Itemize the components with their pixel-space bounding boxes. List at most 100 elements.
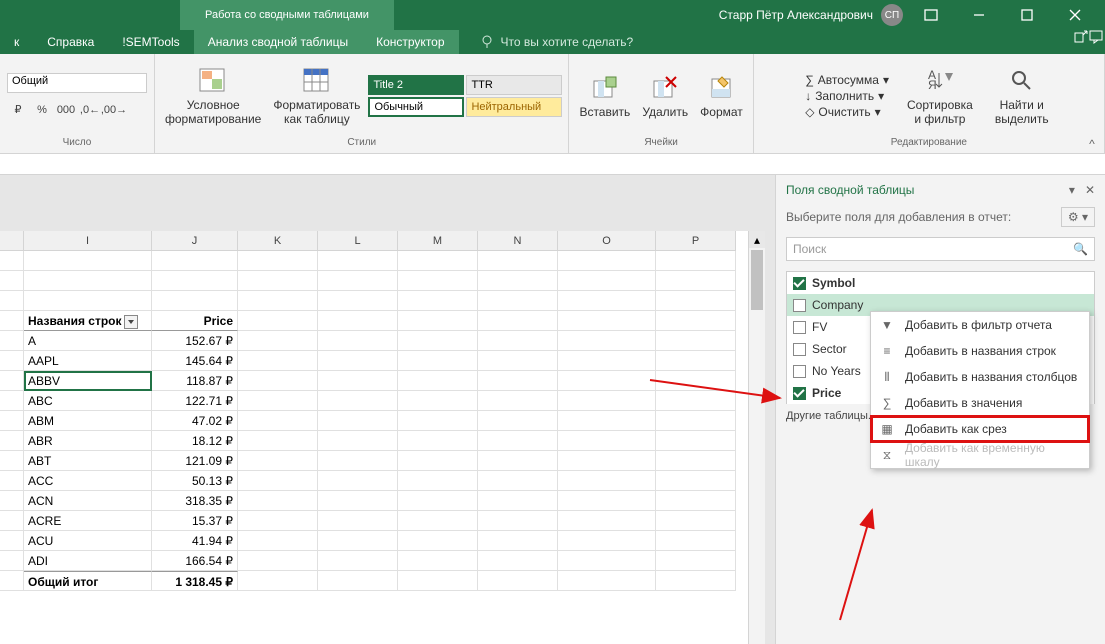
- col-header[interactable]: K: [238, 231, 318, 250]
- checkbox-icon[interactable]: [793, 387, 806, 400]
- eraser-icon: ◇: [805, 105, 814, 119]
- autosum-button[interactable]: ∑Автосумма▾: [805, 73, 889, 87]
- col-header[interactable]: P: [656, 231, 736, 250]
- table-icon: [302, 66, 332, 96]
- tab-help[interactable]: Справка: [33, 30, 108, 54]
- percent-icon[interactable]: %: [31, 100, 53, 120]
- column-headers[interactable]: IJKLMNOP: [0, 231, 736, 251]
- col-header[interactable]: I: [24, 231, 152, 250]
- ctx-add-values[interactable]: ∑Добавить в значения: [871, 390, 1089, 416]
- increase-decimal-icon[interactable]: ,0←: [79, 100, 101, 120]
- decrease-decimal-icon[interactable]: ,00→: [103, 100, 125, 120]
- checkbox-icon[interactable]: [793, 299, 806, 312]
- clear-button[interactable]: ◇Очистить▾: [805, 105, 889, 119]
- pane-splitter[interactable]: [765, 175, 775, 644]
- grid[interactable]: Названия строкPriceA152.67 ₽AAPL145.64 ₽…: [0, 251, 736, 591]
- field-label: Sector: [812, 342, 847, 356]
- style-title2[interactable]: Title 2: [368, 75, 464, 95]
- field-symbol[interactable]: Symbol: [787, 272, 1094, 294]
- svg-text:Я: Я: [928, 78, 937, 92]
- search-placeholder: Поиск: [793, 242, 826, 256]
- col-header[interactable]: N: [478, 231, 558, 250]
- ctx-add-filter[interactable]: ▼Добавить в фильтр отчета: [871, 312, 1089, 338]
- ribbon: Общий ₽ % 000 ,0← ,00→ Число Условное фо…: [0, 54, 1105, 154]
- gray-gap-top: [0, 175, 765, 231]
- user-avatar[interactable]: СП: [881, 4, 903, 26]
- field-context-menu: ▼Добавить в фильтр отчета ≡Добавить в на…: [870, 311, 1090, 469]
- tab-unknown[interactable]: к: [0, 30, 33, 54]
- ctx-add-cols[interactable]: ⦀Добавить в названия столбцов: [871, 364, 1089, 390]
- filter-dropdown-icon[interactable]: [124, 315, 138, 329]
- delete-cells-icon: [650, 73, 680, 103]
- search-icon: 🔍: [1073, 242, 1088, 256]
- group-styles: Условное форматирование Форматировать ка…: [155, 54, 569, 153]
- format-cells-icon: [706, 73, 736, 103]
- collapse-ribbon-icon[interactable]: ^: [1083, 137, 1101, 151]
- format-button[interactable]: Формат: [696, 71, 747, 121]
- group-editing: ∑Автосумма▾ ↓Заполнить▾ ◇Очистить▾ AЯ Со…: [754, 54, 1105, 153]
- spreadsheet[interactable]: IJKLMNOP Названия строкPriceA152.67 ₽AAP…: [0, 175, 765, 644]
- rows-icon: ≡: [879, 344, 895, 358]
- insert-button[interactable]: Вставить: [575, 71, 634, 121]
- vertical-scrollbar[interactable]: ▴: [748, 231, 765, 644]
- tab-analyze[interactable]: Анализ сводной таблицы: [194, 30, 362, 54]
- share-icon[interactable]: [1073, 30, 1089, 54]
- col-header[interactable]: J: [152, 231, 238, 250]
- pane-subtitle: Выберите поля для добавления в отчет:: [786, 210, 1011, 224]
- checkbox-icon[interactable]: [793, 343, 806, 356]
- style-ttr[interactable]: TTR: [466, 75, 562, 95]
- pane-close-icon[interactable]: ✕: [1085, 183, 1095, 197]
- conditional-format-button[interactable]: Условное форматирование: [161, 64, 265, 128]
- tell-me-search[interactable]: Что вы хотите сделать?: [479, 30, 634, 54]
- col-header[interactable]: O: [558, 231, 656, 250]
- style-neutral[interactable]: Нейтральный: [466, 97, 562, 117]
- sort-filter-button[interactable]: AЯ Сортировка и фильтр: [903, 64, 977, 128]
- maximize-icon[interactable]: [1007, 0, 1047, 30]
- number-format-select[interactable]: Общий: [7, 73, 147, 93]
- insert-cells-icon: [590, 73, 620, 103]
- fill-button[interactable]: ↓Заполнить▾: [805, 89, 889, 103]
- checkbox-icon[interactable]: [793, 365, 806, 378]
- slicer-icon: ▦: [879, 422, 895, 436]
- style-normal[interactable]: Обычный: [368, 97, 464, 117]
- field-label: Price: [812, 386, 841, 400]
- tab-bar: к Справка !SEMTools Анализ сводной табли…: [0, 30, 1105, 54]
- checkbox-icon[interactable]: [793, 277, 806, 290]
- close-icon[interactable]: [1055, 0, 1095, 30]
- comments-icon[interactable]: [1089, 30, 1105, 54]
- group-label-number: Число: [63, 135, 92, 150]
- field-label: Symbol: [812, 276, 855, 290]
- scroll-thumb[interactable]: [751, 250, 763, 310]
- scroll-up-icon[interactable]: ▴: [749, 231, 765, 248]
- tab-design[interactable]: Конструктор: [362, 30, 458, 54]
- currency-icon[interactable]: ₽: [7, 100, 29, 120]
- field-search-input[interactable]: Поиск 🔍: [786, 237, 1095, 261]
- filter-icon: ▼: [879, 318, 895, 332]
- cell-styles-gallery[interactable]: Title 2 TTR Обычный Нейтральный: [368, 75, 562, 117]
- checkbox-icon[interactable]: [793, 321, 806, 334]
- format-as-table-button[interactable]: Форматировать как таблицу: [269, 64, 364, 128]
- user-area[interactable]: Старр Пётр Александрович СП: [719, 0, 1105, 30]
- field-label: FV: [812, 320, 827, 334]
- ctx-add-rows[interactable]: ≡Добавить в названия строк: [871, 338, 1089, 364]
- pivot-context-label: Работа со сводными таблицами: [180, 0, 394, 30]
- minimize-icon[interactable]: [959, 0, 999, 30]
- cols-icon: ⦀: [879, 370, 895, 385]
- lightbulb-icon: [479, 34, 495, 50]
- timeline-icon: ⧖: [879, 448, 895, 463]
- tab-semtools[interactable]: !SEMTools: [108, 30, 193, 54]
- title-bar: Работа со сводными таблицами Старр Пётр …: [0, 0, 1105, 30]
- find-select-button[interactable]: Найти и выделить: [991, 64, 1053, 128]
- group-label-editing: Редактирование: [891, 135, 967, 150]
- col-header[interactable]: M: [398, 231, 478, 250]
- delete-button[interactable]: Удалить: [638, 71, 692, 121]
- pane-layout-button[interactable]: ⚙ ▾: [1061, 207, 1095, 227]
- pivot-fields-pane: Поля сводной таблицы ▾ ✕ Выберите поля д…: [775, 175, 1105, 644]
- col-header[interactable]: L: [318, 231, 398, 250]
- thousands-icon[interactable]: 000: [55, 100, 77, 120]
- pane-options-icon[interactable]: ▾: [1069, 183, 1075, 197]
- formula-bar-stub: [0, 154, 1105, 175]
- ctx-add-slicer[interactable]: ▦Добавить как срез: [871, 416, 1089, 442]
- sort-filter-icon: AЯ: [925, 66, 955, 96]
- ribbon-display-icon[interactable]: [911, 0, 951, 30]
